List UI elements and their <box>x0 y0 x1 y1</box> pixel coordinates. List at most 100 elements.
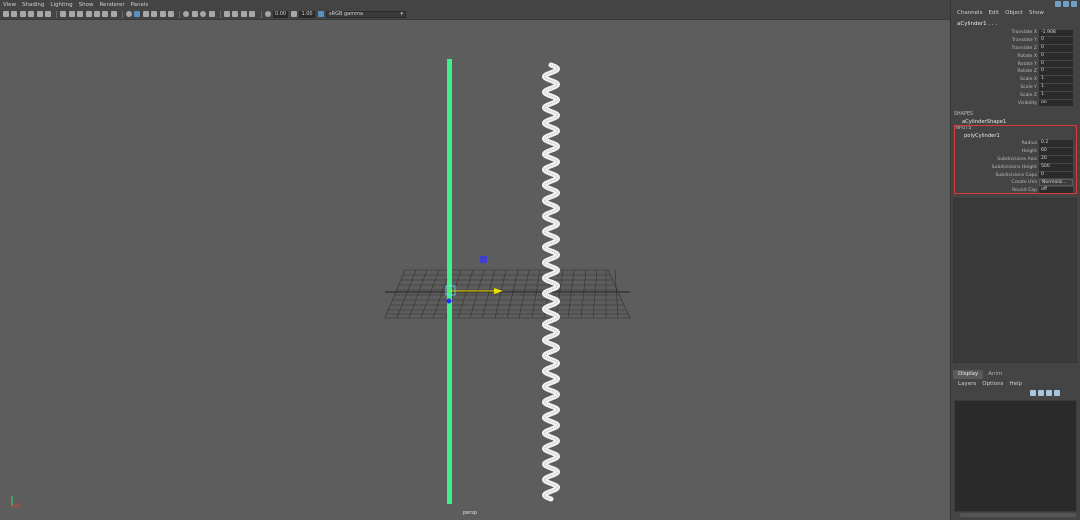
attr-label: Translate Z <box>1011 45 1037 51</box>
attribute-editor-toggle-icon[interactable] <box>1063 1 1069 7</box>
safe-action-icon[interactable] <box>102 11 109 17</box>
menu-view[interactable]: View <box>3 2 16 8</box>
shapes-header: SHAPES <box>954 111 973 117</box>
resolution-gate-icon[interactable] <box>77 11 84 17</box>
layer-editor-tabs: Display Anim <box>953 370 1077 379</box>
layer-list[interactable] <box>954 400 1077 512</box>
menu-options[interactable]: Options <box>982 381 1003 387</box>
pivot-point-icon[interactable] <box>446 298 452 304</box>
anti-aliasing-icon[interactable] <box>200 11 207 17</box>
exposure-icon[interactable] <box>264 11 271 17</box>
select-camera-icon[interactable] <box>3 11 9 17</box>
object-name[interactable]: aCylinder1 . . . <box>951 20 1080 29</box>
channel-box-toggle-icon[interactable] <box>1055 1 1061 7</box>
attr-label: Visibility <box>1017 100 1037 106</box>
exposure-field[interactable]: 0.00 <box>272 10 289 18</box>
bookmark-icon[interactable] <box>19 11 26 17</box>
helix-coil <box>541 62 561 502</box>
3d-scene[interactable] <box>0 20 950 520</box>
toolbar-separator <box>122 10 124 18</box>
view-transform-dropdown[interactable]: sRGB gamma <box>326 10 406 18</box>
move-layer-down-icon[interactable] <box>1038 390 1044 396</box>
plane-handle-icon[interactable] <box>480 256 487 263</box>
horizontal-scrollbar[interactable] <box>960 513 1076 517</box>
textured-icon[interactable] <box>151 11 158 17</box>
shadows-icon[interactable] <box>168 11 175 17</box>
attr-label: Translate X <box>1011 30 1037 36</box>
grease-pencil-icon[interactable] <box>44 11 51 17</box>
tab-display[interactable]: Display <box>953 370 984 379</box>
camera-name-label: persp <box>463 510 478 516</box>
attr-label: Rotate X <box>1017 53 1037 59</box>
tool-settings-toggle-icon[interactable] <box>1071 1 1077 7</box>
move-layer-up-icon[interactable] <box>1030 390 1036 396</box>
attr-value[interactable]: on <box>1039 99 1073 107</box>
attr-label: Rotate Y <box>1017 61 1037 67</box>
attr-value[interactable]: 1 <box>1039 76 1073 84</box>
attr-row-scale-y[interactable]: Scale Y1 <box>951 84 1080 92</box>
helix-spring[interactable] <box>541 62 561 502</box>
depth-of-field-icon[interactable] <box>208 11 215 17</box>
attr-row-translate-y[interactable]: Translate Y0 <box>951 37 1080 45</box>
gamma-field[interactable]: 1.00 <box>299 10 315 18</box>
ambient-occlusion-icon[interactable] <box>183 11 190 17</box>
camera-attributes-icon[interactable] <box>11 11 18 17</box>
use-all-lights-icon[interactable] <box>159 11 166 17</box>
attr-row-rotate-x[interactable]: Rotate X0 <box>951 52 1080 60</box>
tab-anim[interactable]: Anim <box>983 370 1007 379</box>
menu-channels[interactable]: Channels <box>957 10 982 16</box>
channel-box-empty-area <box>953 198 1077 363</box>
xray-icon[interactable] <box>232 11 239 17</box>
attr-value[interactable]: 1 <box>1039 84 1073 91</box>
gamma-icon[interactable] <box>291 11 298 17</box>
attr-value[interactable]: 1 <box>1039 91 1073 99</box>
attr-label: Translate Y <box>1011 38 1037 44</box>
image-plane-icon[interactable] <box>28 11 35 17</box>
attr-value[interactable]: 0 <box>1039 68 1073 76</box>
safe-title-icon[interactable] <box>110 11 117 17</box>
menu-renderer[interactable]: Renderer <box>99 2 124 8</box>
attr-row-translate-x[interactable]: Translate X -1.908 <box>951 29 1080 37</box>
attr-row-rotate-z[interactable]: Rotate Z0 <box>951 68 1080 76</box>
attr-row-translate-z[interactable]: Translate Z0 <box>951 45 1080 53</box>
wireframe-on-shaded-icon[interactable] <box>142 11 149 17</box>
attr-value[interactable]: 0 <box>1039 45 1073 52</box>
menu-edit[interactable]: Edit <box>988 10 999 16</box>
wireframe-icon[interactable] <box>126 11 133 17</box>
gate-mask-icon[interactable] <box>85 11 92 17</box>
2d-pan-zoom-icon[interactable] <box>36 11 43 17</box>
toolbar-separator <box>260 10 262 18</box>
attr-value[interactable]: 0 <box>1039 37 1073 45</box>
attr-row-visibility[interactable]: Visibility on <box>951 99 1080 107</box>
attr-row-scale-z[interactable]: Scale Z1 <box>951 91 1080 99</box>
menu-object[interactable]: Object <box>1005 10 1023 16</box>
xray-components-icon[interactable] <box>249 11 256 17</box>
xray-joints-icon[interactable] <box>240 11 247 17</box>
smooth-shade-icon[interactable] <box>134 11 141 17</box>
menu-layers[interactable]: Layers <box>958 381 976 387</box>
menu-show[interactable]: Show <box>79 2 94 8</box>
attr-value[interactable]: 0 <box>1039 60 1073 68</box>
attr-row-rotate-y[interactable]: Rotate Y0 <box>951 60 1080 68</box>
menu-panels[interactable]: Panels <box>131 2 149 8</box>
grid-icon[interactable] <box>60 11 67 17</box>
color-management-icon[interactable] <box>317 11 324 17</box>
viewport-panel[interactable]: View Shading Lighting Show Renderer Pane… <box>0 0 950 520</box>
attr-row-scale-x[interactable]: Scale X1 <box>951 76 1080 84</box>
motion-blur-icon[interactable] <box>191 11 198 17</box>
toolbar-separator <box>219 10 221 18</box>
new-empty-layer-icon[interactable] <box>1046 390 1052 396</box>
menu-lighting[interactable]: Lighting <box>50 2 72 8</box>
attr-value[interactable]: 0 <box>1039 52 1073 60</box>
isolate-select-icon[interactable] <box>223 11 230 17</box>
attr-value[interactable]: -1.908 <box>1039 29 1073 37</box>
menu-help[interactable]: Help <box>1009 381 1022 387</box>
panel-toolbar: 0.00 1.00 sRGB gamma <box>0 9 950 20</box>
field-chart-icon[interactable] <box>93 11 100 17</box>
menu-shading[interactable]: Shading <box>22 2 44 8</box>
green-cylinder[interactable] <box>447 59 452 504</box>
menu-show[interactable]: Show <box>1029 10 1044 16</box>
new-layer-from-selected-icon[interactable] <box>1054 390 1060 396</box>
view-axis-indicator: x <box>8 494 24 510</box>
film-gate-icon[interactable] <box>68 11 75 17</box>
